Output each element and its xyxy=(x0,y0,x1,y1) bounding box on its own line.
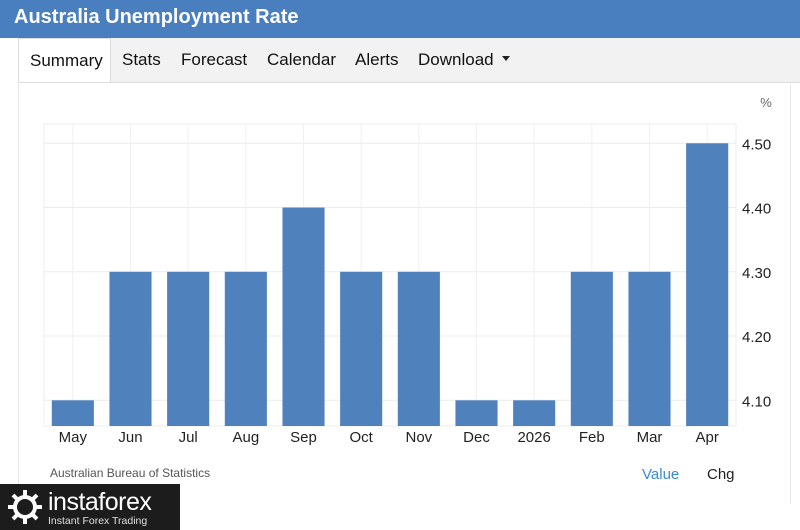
bar-apr[interactable] xyxy=(686,143,729,426)
x-tick-label: Aug xyxy=(232,429,259,446)
x-axis-labels: May Jun Jul Aug Sep Oct Nov Dec 2026 Feb Mar Apr xyxy=(59,429,719,446)
source-label: Australian Bureau of Statistics xyxy=(50,466,211,480)
bar-aug[interactable] xyxy=(224,271,267,426)
y-tick-label: 4.50 xyxy=(742,136,771,153)
y-tick-label: 4.20 xyxy=(742,329,771,346)
x-tick-label: 2026 xyxy=(517,429,550,446)
bar-oct[interactable] xyxy=(340,271,383,426)
logo-tagline: Instant Forex Trading xyxy=(48,515,148,527)
bar-may[interactable] xyxy=(51,400,94,426)
y-tick-label: 4.10 xyxy=(742,393,771,410)
bar-sep[interactable] xyxy=(282,207,325,426)
logo-icon xyxy=(8,490,42,524)
x-tick-label: Nov xyxy=(405,429,432,446)
x-tick-label: Feb xyxy=(579,429,605,446)
chg-toggle[interactable]: Chg xyxy=(707,466,735,483)
x-tick-label: Sep xyxy=(290,429,317,446)
bar-dec[interactable] xyxy=(455,400,498,426)
bar-chart: May Jun Jul Aug Sep Oct Nov Dec 2026 Feb Mar Apr 4.… xyxy=(43,95,772,446)
y-tick-label: 4.40 xyxy=(742,201,771,218)
x-tick-label: Oct xyxy=(349,429,373,446)
bar-2026[interactable] xyxy=(513,400,556,426)
bar-jul[interactable] xyxy=(167,271,210,426)
x-tick-label: Jun xyxy=(118,429,142,446)
logo-brand: instaforex xyxy=(48,488,152,516)
bar-nov[interactable] xyxy=(397,271,440,426)
y-unit-label: % xyxy=(760,95,772,110)
x-tick-label: May xyxy=(59,429,88,446)
y-tick-label: 4.30 xyxy=(742,265,771,282)
watermark-logo: instaforex Instant Forex Trading xyxy=(0,484,180,530)
bar-mar[interactable] xyxy=(628,271,671,426)
x-tick-label: Mar xyxy=(637,429,663,446)
y-axis-labels: 4.10 4.20 4.30 4.40 4.50 xyxy=(742,136,771,410)
bar-jun[interactable] xyxy=(109,271,152,426)
bar-feb[interactable] xyxy=(570,271,613,426)
x-tick-label: Dec xyxy=(463,429,490,446)
x-tick-label: Jul xyxy=(179,429,198,446)
x-tick-label: Apr xyxy=(695,429,718,446)
value-toggle[interactable]: Value xyxy=(642,466,679,483)
